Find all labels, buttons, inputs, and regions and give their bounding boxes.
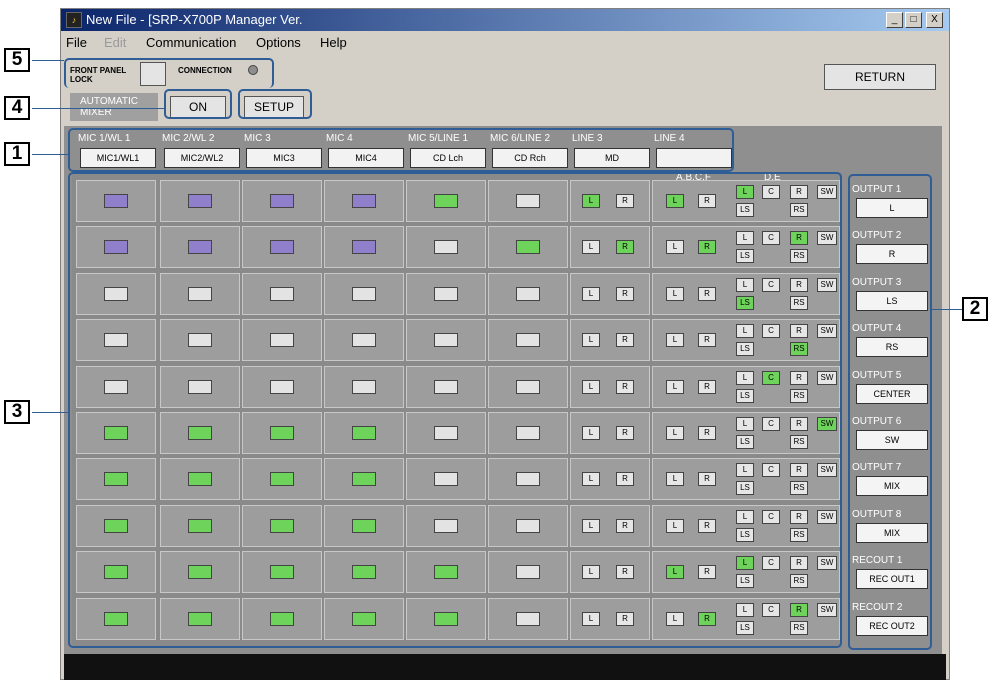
menu-file[interactable]: File <box>66 35 87 50</box>
callout-number-2: 2 <box>962 297 988 321</box>
callout-frame-3 <box>68 172 842 648</box>
callout-line-1 <box>32 154 68 155</box>
callout-frame-5 <box>238 89 312 119</box>
callout-number-5: 5 <box>4 48 30 72</box>
menu-options[interactable]: Options <box>256 35 301 50</box>
callout-number-1: 1 <box>4 142 30 166</box>
callout-frame-5b <box>64 58 274 88</box>
menu-help[interactable]: Help <box>320 35 347 50</box>
callout-number-3: 3 <box>4 400 30 424</box>
callout-line-3 <box>32 412 68 413</box>
menu-communication[interactable]: Communication <box>146 35 236 50</box>
menu-edit[interactable]: Edit <box>104 35 126 50</box>
callout-line-5 <box>32 60 64 61</box>
callout-frame-4 <box>164 89 232 119</box>
automatic-mixer-label: AUTOMATIC MIXER <box>70 93 158 121</box>
maximize-button[interactable]: □ <box>905 12 922 28</box>
callout-frame-2 <box>848 174 932 650</box>
return-button[interactable]: RETURN <box>824 64 936 90</box>
callout-line-2 <box>932 309 962 310</box>
close-button[interactable]: X <box>926 12 943 28</box>
callout-line-4 <box>32 108 164 109</box>
callout-frame-1 <box>68 128 734 172</box>
callout-number-4: 4 <box>4 96 30 120</box>
minimize-button[interactable]: _ <box>886 12 903 28</box>
app-icon: ♪ <box>66 12 82 28</box>
window-title: New File - [SRP-X700P Manager Ver. <box>86 12 303 27</box>
tab-bar <box>64 654 946 680</box>
